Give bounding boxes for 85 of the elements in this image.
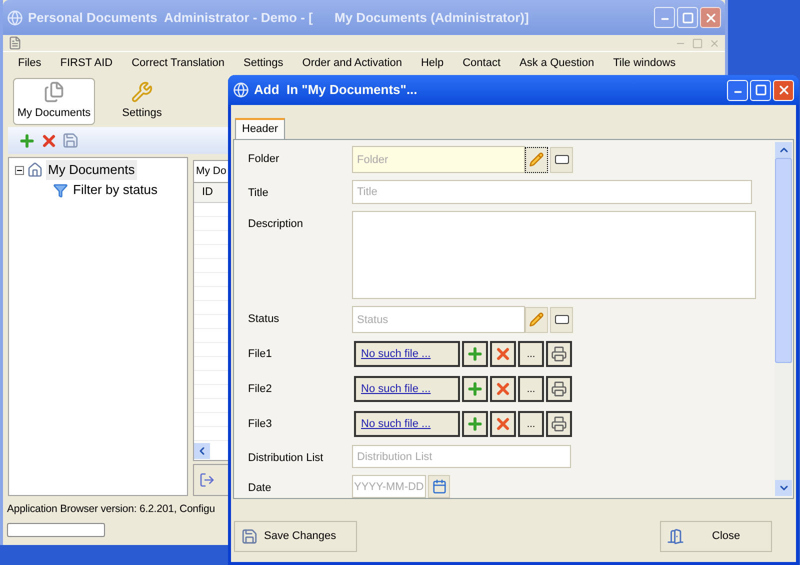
edit-button[interactable] xyxy=(525,146,548,172)
delete-icon xyxy=(494,345,512,363)
remove-file-button[interactable] xyxy=(490,376,516,402)
add-file-button[interactable] xyxy=(462,376,488,402)
export-icon[interactable] xyxy=(199,472,215,488)
document-icon xyxy=(8,36,22,50)
file-link[interactable]: No such file ... xyxy=(361,346,431,362)
field-label: Distribution List xyxy=(248,451,324,466)
menu-item[interactable]: Settings xyxy=(244,55,284,72)
documents-icon xyxy=(43,80,65,103)
tools-icon xyxy=(131,80,153,103)
menu-item[interactable]: Help xyxy=(420,55,444,72)
tree-item[interactable]: Filter by status xyxy=(71,180,160,200)
home-icon xyxy=(27,162,43,178)
remove-file-button[interactable] xyxy=(490,411,516,437)
window-title: Personal Documents Administrator - Demo - [ My Documents (Administrator)] xyxy=(28,8,530,27)
dialog-title: Add In "My Documents"... xyxy=(254,81,418,100)
lookup-field[interactable]: Status xyxy=(352,306,525,333)
vertical-scrollbar[interactable] xyxy=(775,142,792,496)
menu-item[interactable]: Correct Translation xyxy=(132,55,225,72)
tab[interactable]: Header xyxy=(235,118,286,139)
menu-item[interactable]: Contact xyxy=(462,55,501,72)
collapse-toggle[interactable] xyxy=(15,166,24,174)
calendar-icon xyxy=(432,479,446,494)
plus-icon xyxy=(466,415,484,433)
calendar-button[interactable] xyxy=(428,475,450,498)
menu-item[interactable]: Tile windows xyxy=(613,55,676,72)
field-label: File1 xyxy=(248,347,273,362)
field-label: Title xyxy=(248,186,270,201)
close-dialog-button[interactable]: Close xyxy=(660,521,772,552)
plus-icon xyxy=(466,380,484,398)
exit-icon xyxy=(667,528,684,545)
app-icon xyxy=(7,10,23,26)
clear-button[interactable] xyxy=(550,146,573,172)
field-label: File3 xyxy=(248,417,273,432)
pencil-icon xyxy=(529,152,544,167)
field-label: File2 xyxy=(248,382,273,397)
menu-item[interactable]: Order and Activation xyxy=(302,55,402,72)
save-changes-button[interactable]: Save Changes xyxy=(234,521,357,552)
add-file-button[interactable] xyxy=(462,411,488,437)
add-icon[interactable] xyxy=(18,132,36,150)
scan-button[interactable] xyxy=(546,411,572,437)
app-icon xyxy=(233,82,249,98)
browse-button[interactable]: ... xyxy=(518,411,544,437)
field-label: Folder xyxy=(248,152,280,167)
delete-icon xyxy=(494,415,512,433)
menu-item[interactable]: FIRST AID xyxy=(60,55,113,72)
scan-button[interactable] xyxy=(546,376,572,402)
distribution-list-field[interactable]: Distribution List xyxy=(352,445,571,468)
scan-button[interactable] xyxy=(546,341,572,367)
scroll-left-button[interactable] xyxy=(194,443,210,459)
clear-button[interactable] xyxy=(550,306,573,332)
status-text: Application Browser version: 6.2.201, Configu xyxy=(6,502,216,517)
pencil-icon xyxy=(529,312,544,327)
file-link[interactable]: No such file ... xyxy=(361,416,431,432)
field-icon xyxy=(554,155,568,164)
field-label: Date xyxy=(248,481,272,496)
maximize-icon xyxy=(682,12,694,24)
menu-item[interactable]: Ask a Question xyxy=(520,55,594,72)
close-icon xyxy=(776,83,790,97)
field-icon xyxy=(554,315,568,324)
field-label: Description xyxy=(248,217,304,232)
save-icon xyxy=(241,528,258,545)
delete-icon xyxy=(494,380,512,398)
date-field[interactable]: YYYY-MM-DD xyxy=(352,475,426,498)
close-button[interactable] xyxy=(700,7,721,28)
toolbar-button[interactable]: Settings xyxy=(101,78,183,124)
title-field[interactable]: Title xyxy=(352,180,752,204)
menu-item[interactable]: Files xyxy=(18,55,42,72)
file-link[interactable]: No such file ... xyxy=(361,380,431,398)
browse-button[interactable]: ... xyxy=(518,341,544,367)
field-label: Status xyxy=(248,312,280,327)
plus-icon xyxy=(466,345,484,363)
toolbar-button[interactable]: My Documents xyxy=(13,78,95,124)
lookup-field[interactable]: Folder xyxy=(352,146,525,173)
description-field[interactable] xyxy=(352,211,756,299)
save-icon[interactable] xyxy=(62,132,79,149)
grid-tab[interactable]: My Do xyxy=(193,160,230,182)
maximize-icon xyxy=(754,84,766,96)
filter-icon xyxy=(53,182,68,198)
browse-button[interactable]: ... xyxy=(518,376,544,402)
close-icon xyxy=(704,10,718,24)
add-file-button[interactable] xyxy=(462,341,488,367)
tree-item[interactable]: My Documents xyxy=(46,160,137,180)
remove-file-button[interactable] xyxy=(490,341,516,367)
